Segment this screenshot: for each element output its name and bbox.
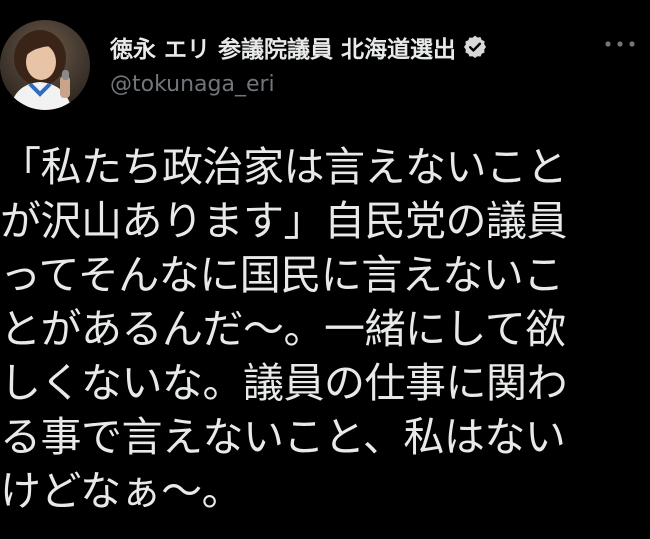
tweet: 徳永 エリ 参議院議員 北海道選出 @tokunaga_eri 「私たち政治家は… bbox=[0, 0, 650, 539]
author-row[interactable]: 徳永 エリ 参議院議員 北海道選出 bbox=[110, 30, 488, 64]
more-horizontal-icon[interactable] bbox=[602, 36, 638, 52]
tweet-text-line: けどなぁ〜。 bbox=[0, 467, 243, 515]
tweet-text-line: しくないな。議員の仕事に関わ bbox=[0, 359, 568, 407]
avatar[interactable] bbox=[0, 20, 90, 110]
author-display-name[interactable]: 徳永 エリ 参議院議員 北海道選出 bbox=[110, 30, 456, 64]
tweet-text-line: が沢山あります」自民党の議員 bbox=[0, 197, 568, 245]
verified-badge-icon bbox=[462, 34, 488, 60]
tweet-text-line: る事で言えないこと、私はない bbox=[0, 413, 566, 461]
avatar-photo bbox=[0, 20, 90, 110]
tweet-text-line: ってそんなに国民に言えないこ bbox=[0, 251, 564, 299]
author-handle[interactable]: @tokunaga_eri bbox=[110, 72, 275, 97]
tweet-text: 「私たち政治家は言えないこと が沢山あります」自民党の議員 ってそんなに国民に言… bbox=[0, 140, 650, 518]
tweet-text-line: とがあるんだ〜。一緒にして欲 bbox=[0, 305, 566, 353]
tweet-text-line: 「私たち政治家は言えないこと bbox=[0, 143, 568, 191]
